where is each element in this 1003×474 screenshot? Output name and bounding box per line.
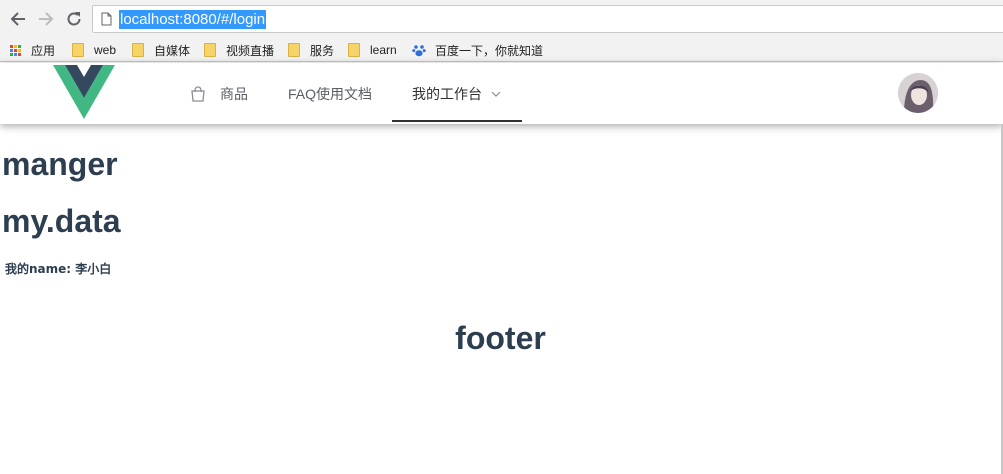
bookmark-learn[interactable]: learn bbox=[348, 41, 397, 59]
bookmark-label: 百度一下，你就知道 bbox=[435, 43, 544, 58]
bookmark-live[interactable]: 视频直播 bbox=[204, 41, 274, 59]
folder-icon bbox=[204, 43, 216, 57]
bookmark-label: learn bbox=[370, 43, 397, 57]
menu-item-label: 我的工作台 bbox=[412, 85, 482, 102]
heading-mydata: my.data bbox=[2, 203, 121, 239]
bookmark-media[interactable]: 自媒体 bbox=[132, 41, 190, 59]
page-icon bbox=[101, 12, 112, 31]
menu-item-label: 商品 bbox=[220, 85, 248, 102]
bookmark-apps[interactable]: 应用 bbox=[10, 41, 55, 59]
folder-icon bbox=[132, 43, 144, 57]
reload-icon[interactable] bbox=[63, 7, 85, 31]
folder-icon bbox=[348, 43, 360, 57]
menu-item-faq[interactable]: FAQ使用文档 bbox=[288, 63, 372, 124]
bookmark-web[interactable]: web bbox=[72, 41, 116, 59]
address-bar[interactable]: localhost:8080/#/login bbox=[92, 5, 1003, 33]
bookmark-label: 应用 bbox=[31, 43, 56, 58]
shopping-bag-icon bbox=[190, 85, 206, 102]
menu-item-products[interactable]: 商品 bbox=[190, 63, 248, 124]
bookmark-baidu[interactable]: 百度一下，你就知道 bbox=[412, 41, 543, 59]
bookmark-service[interactable]: 服务 bbox=[288, 41, 334, 59]
back-arrow-icon[interactable] bbox=[7, 7, 29, 31]
active-menu-underline bbox=[392, 120, 522, 122]
folder-icon bbox=[72, 43, 84, 57]
bookmark-label: 视频直播 bbox=[226, 43, 275, 58]
apps-grid-icon bbox=[10, 44, 21, 56]
baidu-paw-icon bbox=[412, 43, 426, 57]
url-text[interactable]: localhost:8080/#/login bbox=[119, 10, 267, 29]
bookmark-label: 自媒体 bbox=[154, 43, 191, 58]
chevron-down-icon bbox=[491, 91, 501, 97]
bookmark-label: 服务 bbox=[310, 43, 335, 58]
forward-arrow-icon[interactable] bbox=[35, 7, 57, 31]
heading-manger: manger bbox=[2, 146, 118, 182]
bookmark-label: web bbox=[94, 43, 117, 57]
menu-item-label: FAQ使用文档 bbox=[288, 85, 373, 102]
folder-icon bbox=[288, 43, 300, 57]
vue-logo[interactable] bbox=[53, 65, 115, 124]
site-header: 商品 FAQ使用文档 我的工作台 bbox=[0, 63, 1003, 124]
browser-toolbar: localhost:8080/#/login bbox=[0, 0, 1003, 38]
bookmarks-bar: 应用 web 自媒体 视频直播 服务 learn 百度一下，你就知道 bbox=[0, 38, 1003, 62]
my-name-text: 我的name: 李小白 bbox=[5, 262, 112, 276]
menu-item-workbench[interactable]: 我的工作台 bbox=[412, 63, 501, 124]
user-avatar[interactable] bbox=[898, 73, 938, 113]
footer-heading: footer bbox=[455, 320, 546, 356]
